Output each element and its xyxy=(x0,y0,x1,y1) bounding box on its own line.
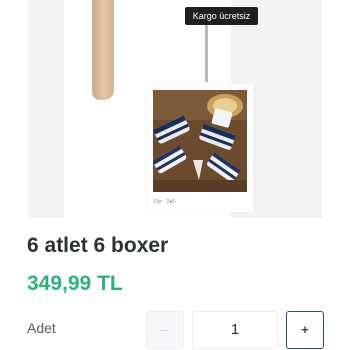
quantity-label: Adet xyxy=(27,320,56,336)
quantity-decrement-button[interactable]: – xyxy=(146,311,184,349)
inset-caption: Dür · 2●5 xyxy=(154,199,175,205)
quantity-increment-button[interactable]: + xyxy=(286,311,324,349)
minus-icon: – xyxy=(161,322,169,337)
free-shipping-badge: Kargo ücretsiz xyxy=(185,7,258,25)
product-title: 6 atlet 6 boxer xyxy=(27,234,169,257)
quantity-input[interactable]: 1 xyxy=(192,311,278,349)
product-price: 349,99 TL xyxy=(27,272,123,295)
inset-caption-prefix: Dür · 2 xyxy=(154,199,170,205)
underwear-set-image xyxy=(153,90,247,192)
product-photo-model xyxy=(92,0,114,100)
plus-icon: + xyxy=(301,322,309,337)
product-inset-image: Dür · 2●5 xyxy=(148,84,253,212)
inset-caption-suffix: 5 xyxy=(172,199,176,205)
product-photo-garment xyxy=(205,22,208,82)
